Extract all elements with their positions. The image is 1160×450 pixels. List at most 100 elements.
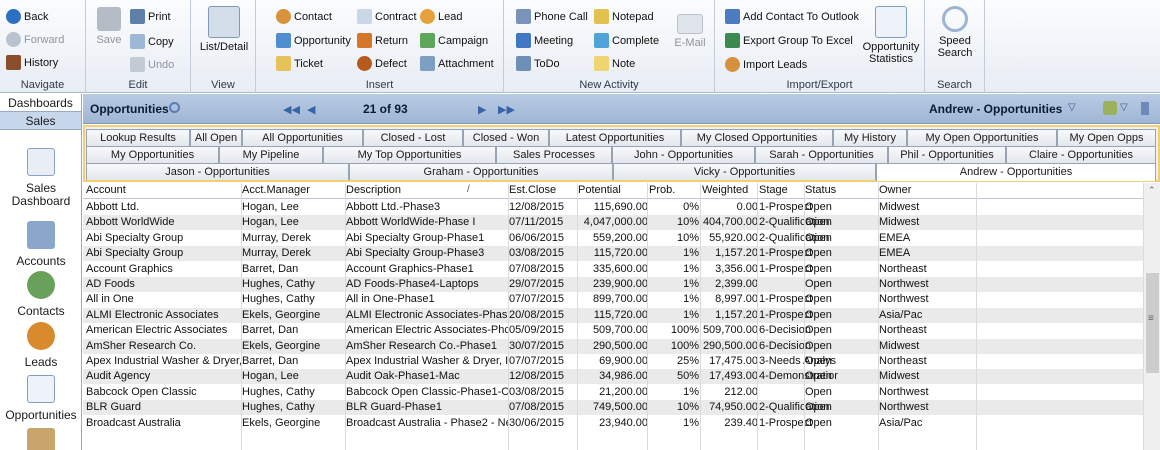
view-dropdown-chevron-icon[interactable]: ▽ (1068, 102, 1076, 113)
cell-est-close: 30/06/2015 (509, 416, 565, 429)
table-row[interactable]: Abi Specialty Group Murray, Derek Abi Spec… (83, 231, 1143, 246)
tab-vicky-opportunities[interactable]: Vicky - Opportunities (613, 163, 876, 180)
table-row[interactable]: Abbott WorldWide Hogan, Lee Abbott WorldWi… (83, 215, 1143, 231)
layout-toggle-icon[interactable] (1141, 102, 1149, 115)
opportunity-statistics-button[interactable]: Opportunity Statistics (861, 6, 921, 65)
tab-all-opportunities[interactable]: All Opportunities (242, 129, 363, 146)
column-header-owner[interactable]: Owner (879, 184, 911, 196)
history-button[interactable]: History (6, 55, 58, 70)
back-button[interactable]: Back (6, 9, 48, 24)
title-search-icon[interactable] (169, 102, 180, 113)
insert-contract-button[interactable]: Contract (357, 9, 417, 24)
tab-my-pipeline[interactable]: My Pipeline (219, 146, 323, 163)
insert-contact-button[interactable]: Contact (276, 9, 332, 24)
note-icon (594, 56, 609, 71)
nav-item-leads[interactable]: Leads (0, 322, 82, 369)
phone-call-button[interactable]: Phone Call (516, 9, 588, 24)
table-row[interactable]: Abbott Ltd. Hogan, Lee Abbott Ltd.-Phase3 1… (83, 200, 1143, 215)
nav-item-sales-dashboard[interactable]: Sales Dashboard (0, 148, 82, 208)
tab-jason-opportunities[interactable]: Jason - Opportunities (86, 163, 349, 180)
forward-button[interactable]: Forward (6, 32, 64, 47)
undo-button[interactable]: Undo (130, 57, 174, 72)
tab-my-open-opps[interactable]: My Open Opps (1057, 129, 1156, 146)
cell-prob: 100% (670, 324, 699, 337)
print-button[interactable]: Print (130, 9, 171, 24)
table-row[interactable]: BLR Guard Hughes, Cathy BLR Guard-Phase1 07… (83, 400, 1143, 416)
table-row[interactable]: Babcock Open Classic Hughes, Cathy Babcock… (83, 385, 1143, 400)
table-row[interactable]: ALMI Electronic Associates Ekels, Georgin… (83, 307, 1143, 323)
complete-button[interactable]: Complete (594, 33, 659, 48)
cell-weighted: 74,950.00 (709, 401, 758, 414)
tab-my-closed-opportunities[interactable]: My Closed Opportunities (681, 129, 833, 146)
tab-john-opportunities[interactable]: John - Opportunities (612, 146, 755, 163)
insert-opportunity-button[interactable]: Opportunity (276, 33, 351, 48)
add-contact-to-outlook-button[interactable]: Add Contact To Outlook (725, 9, 859, 24)
tab-lookup-results[interactable]: Lookup Results (86, 129, 190, 146)
next-record-icon[interactable]: ▶ (478, 103, 486, 116)
table-row[interactable]: All in One Hughes, Cathy All in One-Phase1… (83, 292, 1143, 307)
tab-my-history[interactable]: My History (833, 129, 907, 146)
column-header-est-close[interactable]: Est.Close (509, 184, 556, 196)
table-row[interactable]: Abi Specialty Group Murray, Derek Abi Spec… (83, 246, 1143, 262)
previous-record-icon[interactable]: ◀ (307, 103, 315, 116)
tab-closed-lost[interactable]: Closed - Lost (363, 129, 463, 146)
first-record-icon[interactable]: ◀◀ (283, 103, 300, 116)
table-row[interactable]: Audit Agency Hogan, Lee Audit Oak-Phase1-M… (83, 369, 1143, 385)
copy-button[interactable]: Copy (130, 34, 174, 49)
export-group-to-excel-button[interactable]: Export Group To Excel (725, 33, 853, 48)
nav-item-opportunities[interactable]: Opportunities (0, 375, 82, 422)
save-button[interactable]: Save (94, 7, 124, 46)
table-row[interactable]: AmSher Research Co. Ekels, Georgine AmSher… (83, 338, 1143, 354)
tab-andrew-opportunities[interactable]: Andrew - Opportunities (876, 163, 1156, 181)
insert-return-button[interactable]: Return (357, 33, 408, 48)
nav-tab-dashboards[interactable]: Dashboards (0, 94, 81, 112)
notepad-button[interactable]: Notepad (594, 9, 654, 24)
column-header-potential[interactable]: Potential (578, 184, 621, 196)
tab-my-top-opportunities[interactable]: My Top Opportunities (323, 146, 496, 163)
cell-potential: 115,690.00 (593, 201, 648, 213)
tab-my-open-opportunities[interactable]: My Open Opportunities (907, 129, 1057, 146)
view-options-icon[interactable] (1103, 101, 1117, 115)
table-row[interactable]: AD Foods Hughes, Cathy AD Foods-Phase4-Lap… (83, 277, 1143, 292)
tab-sarah-opportunities[interactable]: Sarah - Opportunities (755, 146, 888, 163)
nav-tab-sales[interactable]: Sales (0, 112, 81, 130)
list-detail-button[interactable]: List/Detail (195, 6, 253, 53)
table-row[interactable]: Account Graphics Barret, Dan Account Graph… (83, 262, 1143, 277)
scroll-up-icon[interactable]: ⌃ (1148, 185, 1156, 196)
tab-closed-won[interactable]: Closed - Won (463, 129, 549, 146)
table-row[interactable]: Apex Industrial Washer & Dryer, I Barret,… (83, 354, 1143, 369)
insert-attachment-button[interactable]: Attachment (420, 56, 494, 71)
tab-sales-processes[interactable]: Sales Processes (496, 146, 612, 163)
vertical-scrollbar[interactable]: ⌃ ≡ (1143, 183, 1160, 450)
column-header-account[interactable]: Account (86, 184, 126, 196)
tab-latest-opportunities[interactable]: Latest Opportunities (549, 129, 681, 146)
tab-all-open[interactable]: All Open (190, 129, 242, 146)
insert-defect-button[interactable]: Defect (357, 56, 407, 71)
last-record-icon[interactable]: ▶▶ (498, 103, 515, 116)
tab-my-opportunities[interactable]: My Opportunities (86, 146, 219, 163)
note-button[interactable]: Note (594, 56, 635, 71)
insert-campaign-button[interactable]: Campaign (420, 33, 488, 48)
column-header-weighted[interactable]: Weighted (702, 184, 748, 196)
insert-lead-button[interactable]: Lead (420, 9, 462, 24)
column-header-stage[interactable]: Stage (759, 184, 788, 196)
options-chevron-icon[interactable]: ▽ (1120, 102, 1128, 113)
tab-graham-opportunities[interactable]: Graham - Opportunities (349, 163, 613, 180)
nav-item-contacts[interactable]: Contacts (0, 271, 82, 318)
todo-button[interactable]: ToDo (516, 56, 560, 71)
meeting-button[interactable]: Meeting (516, 33, 573, 48)
import-leads-button[interactable]: Import Leads (725, 57, 807, 72)
email-button[interactable]: E-Mail (670, 14, 710, 49)
speed-search-button[interactable]: Speed Search (931, 6, 979, 59)
tab-claire-opportunities[interactable]: Claire - Opportunities (1006, 146, 1156, 163)
column-header-acct-manager[interactable]: Acct.Manager (242, 184, 310, 196)
table-row[interactable]: Broadcast Australia Ekels, Georgine Broadc… (83, 416, 1143, 431)
nav-item-next[interactable] (0, 428, 82, 450)
tab-phil-opportunities[interactable]: Phil - Opportunities (888, 146, 1006, 163)
column-header-status[interactable]: Status (805, 184, 836, 196)
nav-item-accounts[interactable]: Accounts (0, 221, 82, 268)
column-header-prob[interactable]: Prob. (649, 184, 675, 196)
insert-ticket-button[interactable]: Ticket (276, 56, 323, 71)
column-header-description[interactable]: Description (346, 184, 401, 196)
table-row[interactable]: American Electric Associates Barret, Dan A… (83, 323, 1143, 338)
